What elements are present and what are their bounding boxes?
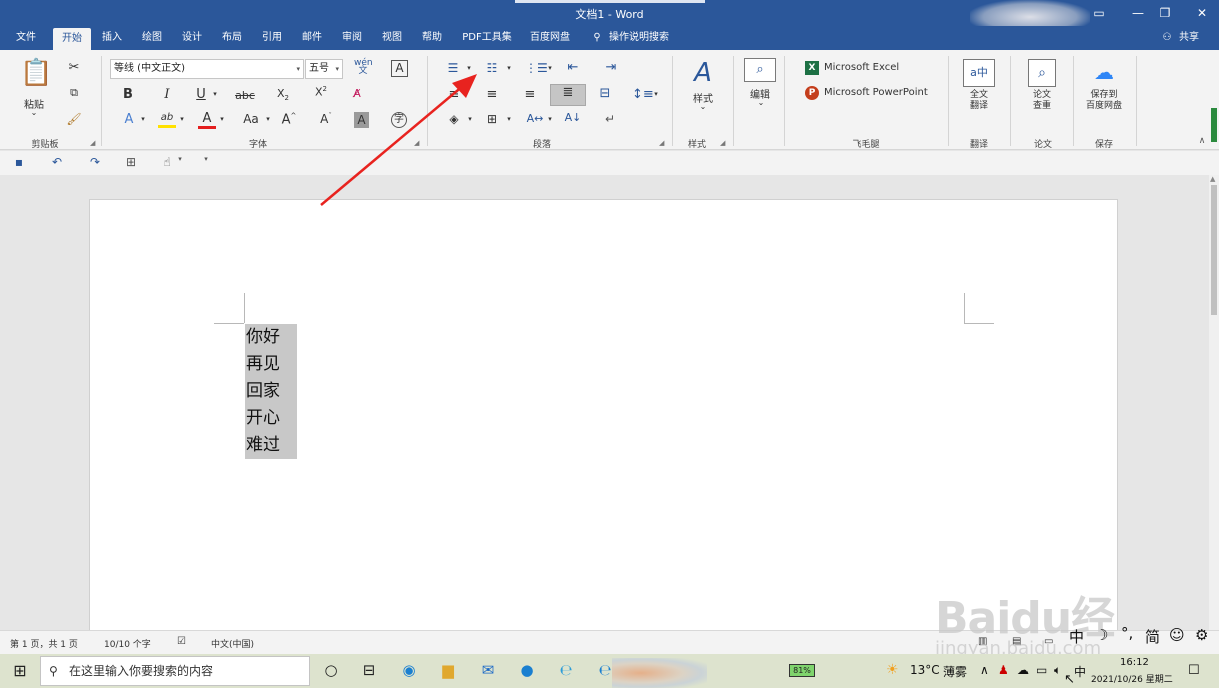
arrow-head bbox=[452, 74, 477, 98]
arrow-shaft bbox=[320, 84, 465, 206]
annotation-arrow bbox=[320, 74, 477, 206]
